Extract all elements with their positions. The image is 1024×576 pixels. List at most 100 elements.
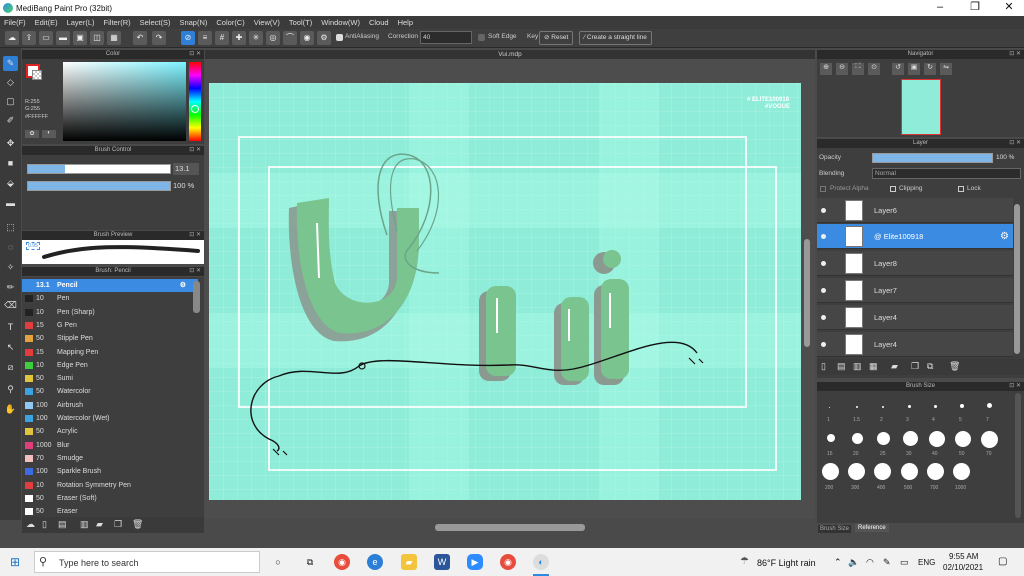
radial-snap-icon[interactable]: ✳ <box>249 31 263 45</box>
transform-icon[interactable]: ▦ <box>107 31 121 45</box>
brush-item[interactable]: 15 G Pen <box>22 319 198 332</box>
brush-item[interactable]: 50 Stipple Pen <box>22 332 198 345</box>
brush-item[interactable]: 100 Watercolor (Wet) <box>22 412 198 425</box>
undo-icon[interactable]: ↶ <box>133 31 147 45</box>
brush-item[interactable]: 50 Eraser (Soft) <box>22 492 198 505</box>
straight-line-button[interactable]: ⁄ Create a straight line <box>579 31 652 45</box>
palette-icon[interactable]: ✿ <box>25 130 39 138</box>
rect-tool-icon[interactable]: ■ <box>3 156 18 171</box>
layer-opacity-value[interactable]: 100 % <box>996 154 1014 161</box>
tab-reference[interactable]: Reference <box>855 524 889 532</box>
eraser-tool-icon[interactable]: ◇ <box>3 75 18 90</box>
menu-help[interactable]: Help <box>398 18 413 27</box>
delete-brush-icon[interactable]: 🗑 <box>132 519 143 530</box>
protect-alpha-checkbox[interactable] <box>820 186 826 192</box>
snap-off-icon[interactable]: ⊘ <box>181 31 195 45</box>
menu-color[interactable]: Color(C) <box>216 18 244 27</box>
panel-close-icon[interactable]: ⊡ ✕ <box>189 231 201 240</box>
brush-size-slider[interactable] <box>27 164 171 174</box>
brush-opacity-value[interactable]: 100 % <box>173 180 194 192</box>
duplicate-layer-icon[interactable]: ❐ <box>911 361 919 372</box>
clock-time[interactable]: 9:55 AM <box>949 552 978 561</box>
brush-list-scrollbar[interactable] <box>193 281 200 313</box>
brush-item[interactable]: 15 Mapping Pen <box>22 346 198 359</box>
select-eraser-icon[interactable]: ⌫ <box>3 298 18 313</box>
layer-list-scrollbar[interactable] <box>1014 204 1020 354</box>
brush-settings-icon[interactable]: ▥ <box>80 519 89 530</box>
medibang-icon[interactable]: ◐ <box>533 554 549 570</box>
rotate-left-icon[interactable]: ↺ <box>892 63 904 75</box>
brush-item[interactable]: 50 Watercolor <box>22 385 198 398</box>
select-pen-icon[interactable]: ✏ <box>3 280 18 295</box>
visibility-icon[interactable] <box>821 288 826 293</box>
menu-edit[interactable]: Edit(E) <box>35 18 58 27</box>
chevron-up-icon[interactable]: ⌃ <box>834 557 842 568</box>
volume-icon[interactable]: 🔈 <box>848 557 859 568</box>
settings-snap-icon[interactable]: ⚙ <box>317 31 331 45</box>
brush-size-panel[interactable]: 1 1.5 2 3 4 5 7 15 20 25 30 40 50 70 200… <box>817 391 1024 523</box>
pen-workspace-icon[interactable]: ✎ <box>883 557 891 568</box>
maximize-button[interactable]: ❐ <box>960 0 990 16</box>
swatch-icon[interactable]: ◐ <box>42 130 56 138</box>
layer-row-selected[interactable]: @ Elite100918 ⚙ <box>817 224 1013 249</box>
clipping-checkbox[interactable] <box>890 186 896 192</box>
brush-item[interactable]: 50 Eraser <box>22 505 198 517</box>
panel-close-icon[interactable]: ⊡ ✕ <box>189 267 201 276</box>
bg-color-swatch[interactable] <box>32 70 42 80</box>
brush-tool-icon[interactable]: ✎ <box>3 56 18 71</box>
new-brush-icon[interactable]: ▤ <box>58 519 67 530</box>
merge-layer-icon[interactable]: ⧉ <box>927 361 933 372</box>
reset-view-icon[interactable]: ▣ <box>908 63 920 75</box>
fill-tool-icon[interactable]: ⬙ <box>3 176 18 191</box>
circle-snap-icon[interactable]: ◎ <box>266 31 280 45</box>
grid-snap-icon[interactable]: # <box>215 31 229 45</box>
correction-select[interactable]: 40 <box>420 31 472 44</box>
menu-file[interactable]: File(F) <box>4 18 26 27</box>
visibility-icon[interactable] <box>821 315 826 320</box>
cross-snap-icon[interactable]: ✚ <box>232 31 246 45</box>
new-layer-8bit-icon[interactable]: ▤ <box>837 361 846 372</box>
reset-button[interactable]: ⊘ Reset <box>539 31 574 45</box>
layer-settings-icon[interactable]: ⚙ <box>1000 224 1009 249</box>
word-icon[interactable]: W <box>434 554 450 570</box>
add-brush-icon[interactable]: ▯ <box>42 519 47 530</box>
actual-size-icon[interactable]: ⊙ <box>868 63 880 75</box>
edge-icon[interactable]: e <box>367 554 383 570</box>
cloud-brush-icon[interactable]: ☁ <box>26 519 35 530</box>
canvas[interactable]: # ELITE100918 #VOGUE <box>209 83 801 500</box>
brush-settings-icon[interactable]: ⚙ <box>180 279 186 292</box>
flip-icon[interactable]: ⇋ <box>940 63 952 75</box>
weather-text[interactable]: 86°F Light rain <box>757 558 816 568</box>
brush-item[interactable]: 10 Edge Pen <box>22 359 198 372</box>
cortana-icon[interactable]: ○ <box>270 554 286 570</box>
lock-checkbox[interactable] <box>958 186 964 192</box>
export-icon[interactable]: ◫ <box>90 31 104 45</box>
visibility-icon[interactable] <box>821 342 826 347</box>
parallel-snap-icon[interactable]: ≡ <box>198 31 212 45</box>
language-indicator[interactable]: ENG <box>918 558 935 567</box>
operation-tool-icon[interactable]: ↖ <box>3 340 18 355</box>
magic-wand-icon[interactable]: ✧ <box>3 260 18 275</box>
brush-item[interactable]: 10 Pen (Sharp) <box>22 306 198 319</box>
chat-icon[interactable]: ▭ <box>39 31 53 45</box>
layer-row[interactable]: Layer8 <box>817 251 1013 276</box>
layer-folder-icon[interactable]: ▰ <box>891 361 898 372</box>
brush-item[interactable]: 50 Sumi <box>22 372 198 385</box>
visibility-icon[interactable] <box>821 208 826 213</box>
visibility-icon[interactable] <box>821 234 826 239</box>
panel-close-icon[interactable]: ⊡ ✕ <box>1009 382 1021 391</box>
delete-layer-icon[interactable]: 🗑 <box>949 361 960 372</box>
lasso-tool-icon[interactable]: ◌ <box>3 240 18 255</box>
file-explorer-icon[interactable]: ▰ <box>401 554 417 570</box>
brush-item[interactable]: 100 Sparkle Brush <box>22 465 198 478</box>
saturation-value-picker[interactable] <box>63 62 186 141</box>
curve-snap-icon[interactable]: ⌒ <box>283 31 297 45</box>
upload-icon[interactable]: ⇪ <box>22 31 36 45</box>
soft-edge-checkbox[interactable] <box>478 34 485 41</box>
brush-opacity-slider[interactable] <box>27 181 171 191</box>
brush-size-scrollbar[interactable] <box>1015 393 1021 518</box>
brush-item[interactable]: 50 Acrylic <box>22 425 198 438</box>
blending-select[interactable]: Normal <box>872 168 1021 179</box>
folder-icon[interactable]: ▰ <box>96 519 103 530</box>
chrome-profile-icon[interactable]: ◉ <box>500 554 516 570</box>
